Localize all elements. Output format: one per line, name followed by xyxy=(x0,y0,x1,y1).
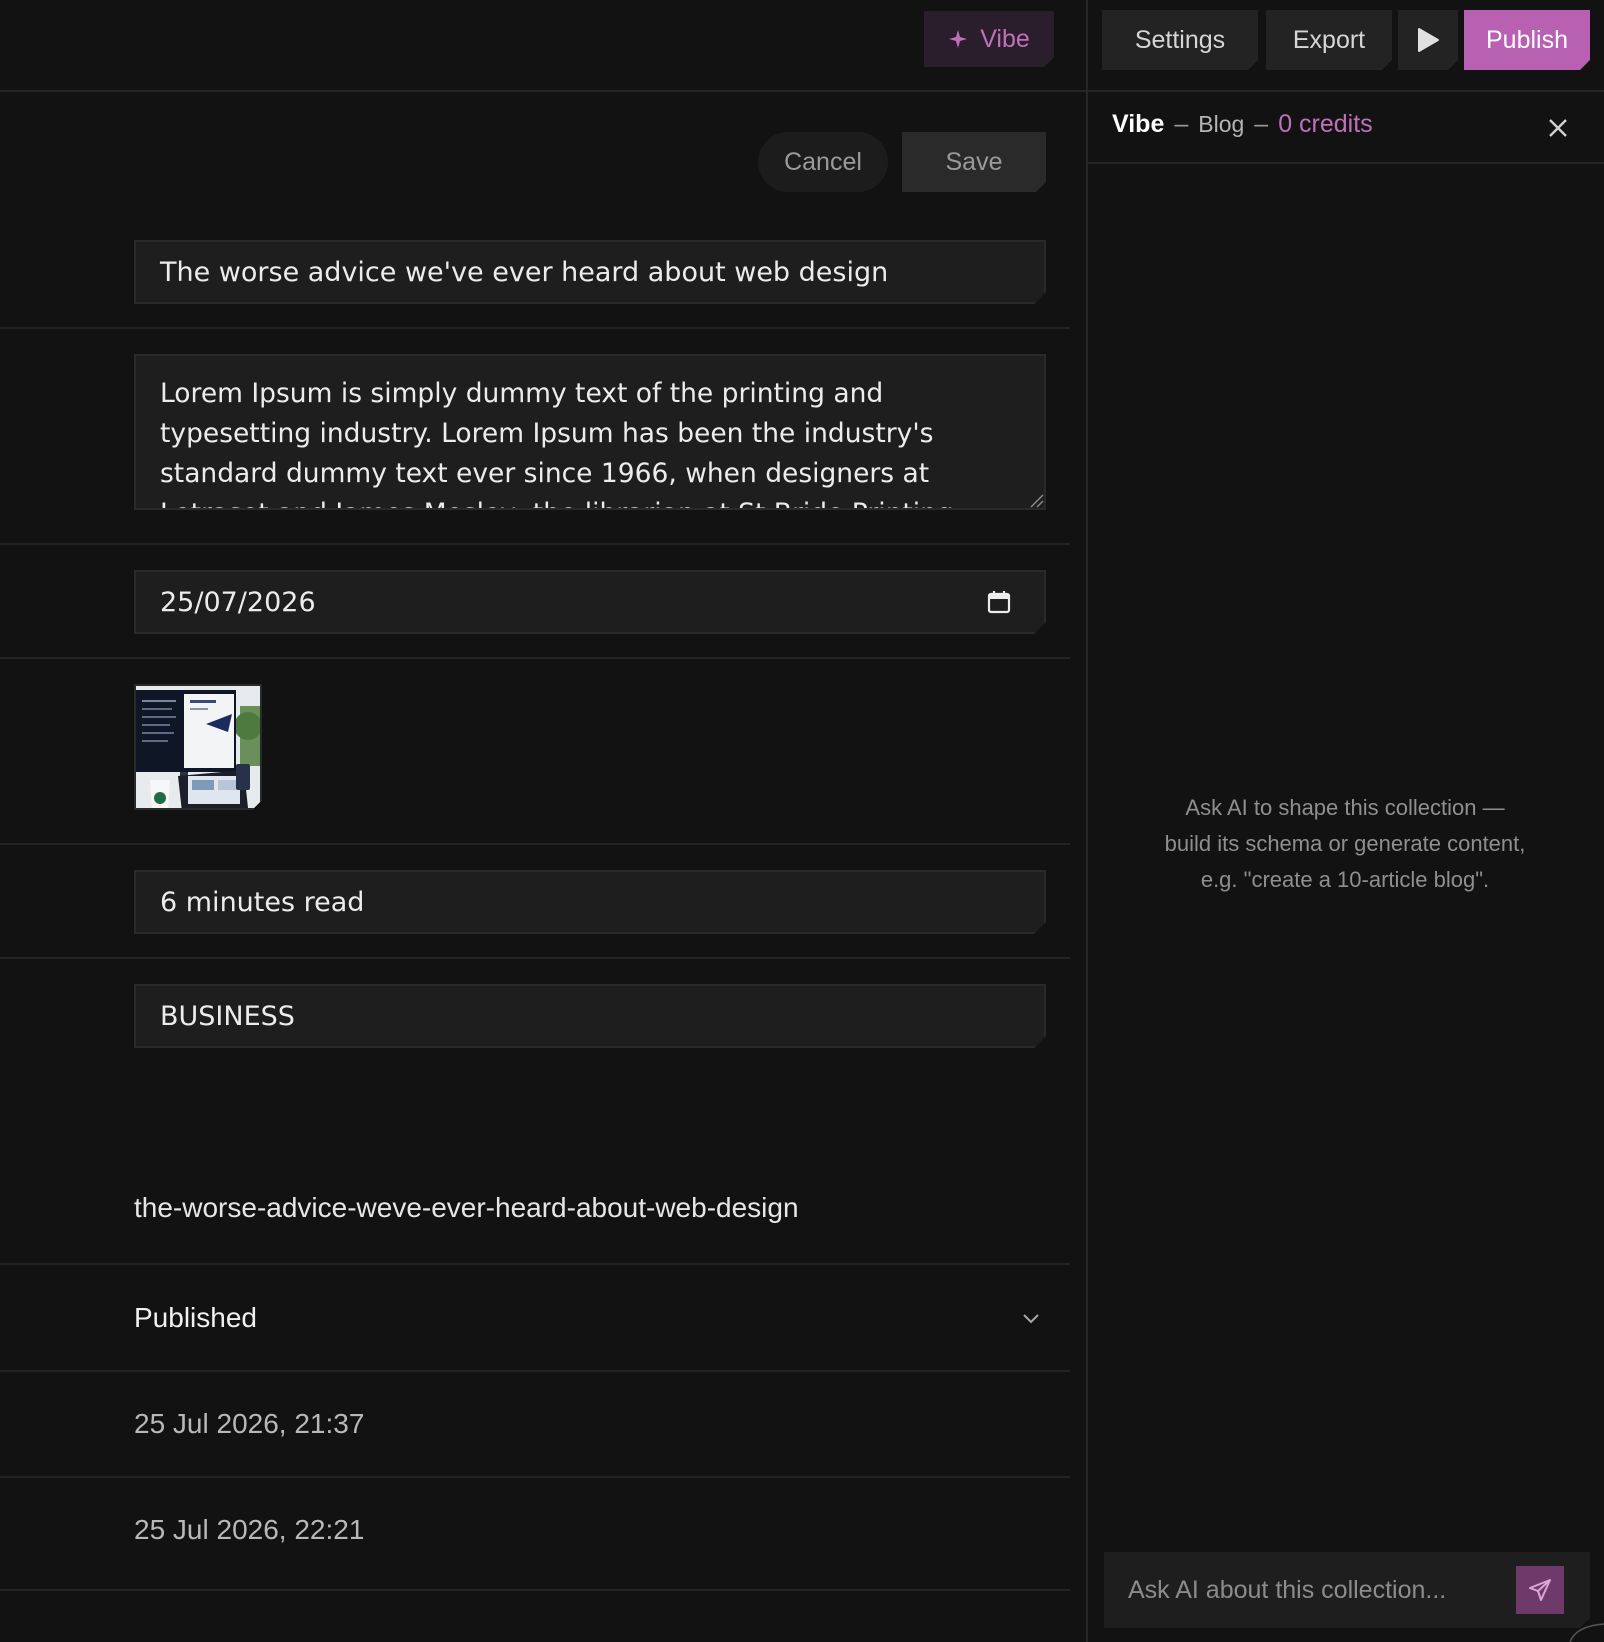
export-button[interactable]: Export xyxy=(1266,10,1392,70)
publish-button-label: Publish xyxy=(1486,25,1568,54)
panel-header-divider xyxy=(1088,162,1604,164)
chevron-down-icon xyxy=(1023,1314,1039,1324)
cover-image xyxy=(136,686,262,810)
play-icon xyxy=(1416,27,1440,53)
status-select-value: Published xyxy=(134,1302,257,1333)
updated-at-value: 25 Jul 2026, 22:21 xyxy=(134,1514,365,1545)
cover-image-thumbnail[interactable] xyxy=(134,684,262,810)
row-divider xyxy=(0,1370,1070,1372)
settings-button-label: Settings xyxy=(1134,25,1226,54)
cancel-button-label: Cancel xyxy=(784,147,862,176)
excerpt-textarea[interactable]: Lorem Ipsum is simply dummy text of the … xyxy=(134,354,1046,510)
vibe-button[interactable]: Vibe xyxy=(924,11,1054,67)
cancel-button[interactable]: Cancel xyxy=(758,132,888,192)
sparkle-icon xyxy=(948,29,968,49)
settings-button[interactable]: Settings xyxy=(1102,10,1258,70)
calendar-icon[interactable] xyxy=(986,589,1012,615)
row-divider xyxy=(0,1263,1070,1265)
credits-badge: 0 credits xyxy=(1278,110,1373,138)
created-at-value: 25 Jul 2026, 21:37 xyxy=(134,1408,365,1439)
save-button-label: Save xyxy=(945,147,1003,176)
vibe-button-label: Vibe xyxy=(980,24,1030,53)
publish-button[interactable]: Publish xyxy=(1464,10,1590,70)
title-field[interactable]: The worse advice we've ever heard about … xyxy=(134,240,1046,304)
excerpt-textarea-value: Lorem Ipsum is simply dummy text of the … xyxy=(160,378,954,508)
read-time-field[interactable]: 6 minutes read xyxy=(134,870,1046,934)
row-divider xyxy=(0,327,1070,329)
read-time-field-value: 6 minutes read xyxy=(160,886,365,918)
row-divider xyxy=(0,957,1070,959)
send-button[interactable] xyxy=(1516,1566,1564,1614)
save-button[interactable]: Save xyxy=(902,132,1046,192)
title-field-value: The worse advice we've ever heard about … xyxy=(160,256,889,288)
category-field[interactable]: BUSINESS xyxy=(134,984,1046,1048)
vibe-panel-name: Vibe xyxy=(1112,110,1165,138)
row-divider xyxy=(0,843,1070,845)
corner-grip-icon xyxy=(1569,1623,1604,1642)
title-separator: – xyxy=(1254,110,1269,138)
vibe-panel-collection: Blog xyxy=(1198,111,1245,137)
row-divider xyxy=(0,1589,1070,1591)
send-icon xyxy=(1527,1577,1553,1603)
row-divider xyxy=(0,543,1070,545)
category-field-value: BUSINESS xyxy=(160,1000,295,1032)
ask-ai-input[interactable] xyxy=(1128,1552,1508,1628)
slug-value: the-worse-advice-weve-ever-heard-about-w… xyxy=(134,1192,799,1223)
date-field[interactable]: 25/07/2026 xyxy=(134,570,1046,634)
vibe-panel-title: Vibe – Blog – 0 credits xyxy=(1112,110,1373,139)
preview-play-button[interactable] xyxy=(1398,10,1458,70)
ask-ai-box xyxy=(1104,1552,1590,1628)
row-divider xyxy=(0,1476,1070,1478)
panel-divider xyxy=(1086,0,1088,1642)
title-separator: – xyxy=(1174,110,1189,138)
close-icon[interactable] xyxy=(1544,114,1572,142)
date-field-value: 25/07/2026 xyxy=(160,586,316,618)
empty-state-hint: Ask AI to shape this collection — build … xyxy=(1164,795,1526,892)
status-select[interactable]: Published xyxy=(134,1296,1046,1340)
export-button-label: Export xyxy=(1292,25,1366,54)
app-window: Vibe Settings Export Publish Cancel Save… xyxy=(0,0,1604,1642)
resize-handle-icon[interactable] xyxy=(1028,492,1044,508)
row-divider xyxy=(0,657,1070,659)
